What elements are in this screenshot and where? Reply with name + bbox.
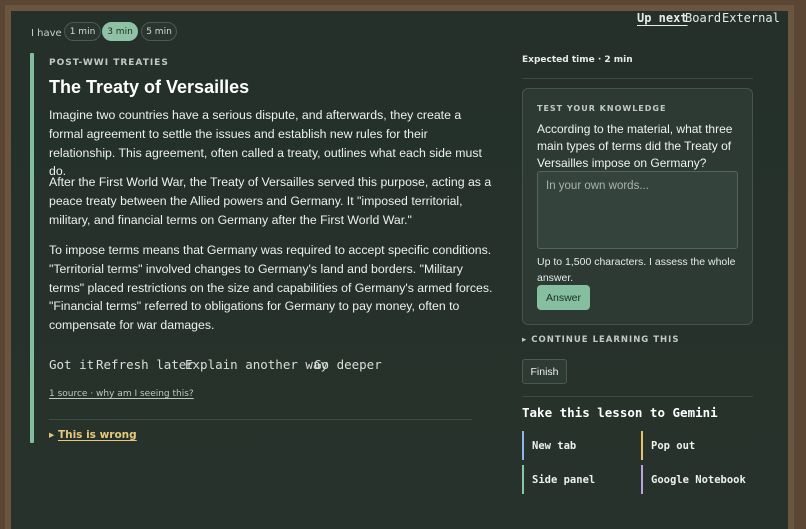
source-link[interactable]: 1 source · why am I seeing this? — [49, 389, 194, 399]
nav-up-next[interactable]: Up next — [637, 11, 688, 25]
lesson-paragraph: Imagine two countries have a serious dis… — [49, 108, 482, 179]
refresh-later-button[interactable]: Refresh later — [96, 357, 194, 372]
lesson-paragraph: After the First World War, the Treaty of… — [49, 175, 492, 227]
time-option-1-min[interactable]: 1 min — [64, 22, 101, 41]
go-deeper-button[interactable]: Go deeper — [314, 357, 382, 372]
google-notebook-option[interactable]: Google Notebook — [641, 465, 753, 494]
time-option-5-min[interactable]: 5 min — [141, 22, 177, 41]
explain-another-way-button[interactable]: Explain another way — [185, 357, 328, 372]
lesson-paragraph: To impose terms means that Germany was r… — [49, 243, 493, 333]
continue-learning-toggle[interactable]: ▸ CONTINUE LEARNING THIS — [522, 335, 679, 345]
nav-external[interactable]: External — [722, 11, 780, 25]
nav-board[interactable]: Board — [685, 11, 721, 25]
report-wrong-label: This is wrong — [57, 429, 137, 441]
gemini-title: Take this lesson to Gemini — [522, 405, 718, 420]
expected-time: Expected time · 2 min — [522, 55, 633, 65]
sidebar-divider — [522, 78, 753, 79]
quiz-question: According to the material, what three ma… — [537, 122, 733, 170]
side-panel-option[interactable]: Side panel — [522, 465, 632, 494]
sidebar-divider — [522, 396, 753, 397]
report-wrong-toggle[interactable]: ▸ This is wrong — [49, 429, 137, 441]
continue-learning-label: CONTINUE LEARNING THIS — [531, 335, 680, 345]
finish-button[interactable]: Finish — [522, 359, 567, 384]
answer-button[interactable]: Answer — [537, 285, 590, 310]
time-chooser-label: I have — [31, 28, 62, 39]
lesson-accent-rule — [30, 53, 34, 443]
lesson-title: The Treaty of Versailles — [49, 77, 250, 97]
quiz-kicker: TEST YOUR KNOWLEDGE — [537, 104, 667, 113]
answer-input[interactable] — [537, 171, 738, 249]
pop-out-option[interactable]: Pop out — [641, 431, 753, 460]
lesson-kicker: POST-WWI TREATIES — [49, 58, 169, 68]
disclosure-arrow-icon: ▸ — [522, 335, 528, 345]
new-tab-option[interactable]: New tab — [522, 431, 632, 460]
time-option-3-min[interactable]: 3 min — [102, 22, 138, 41]
disclosure-arrow-icon: ▸ — [49, 429, 55, 441]
lesson-divider — [49, 419, 472, 420]
answer-hint: Up to 1,500 characters. I assess the who… — [537, 256, 736, 284]
got-it-button[interactable]: Got it — [49, 357, 94, 372]
